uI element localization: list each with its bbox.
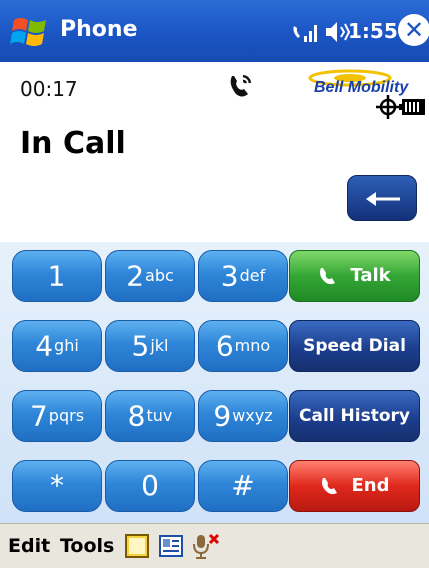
- end-button[interactable]: End: [289, 460, 420, 512]
- call-handset-icon: [230, 74, 252, 97]
- arrow-left-icon: [366, 192, 400, 206]
- key-7[interactable]: 7pqrs: [12, 390, 102, 442]
- key-digit: 1: [47, 259, 66, 293]
- key-1[interactable]: 1: [12, 250, 102, 302]
- phone-icon: [321, 478, 337, 495]
- speed-dial-label: Speed Dial: [303, 336, 406, 356]
- backspace-button[interactable]: [347, 175, 417, 221]
- key-letters: tuv: [146, 406, 173, 425]
- close-button[interactable]: ✕: [398, 14, 429, 46]
- battery-icon: [399, 99, 425, 115]
- microphone-off-icon[interactable]: [191, 532, 221, 560]
- note-icon[interactable]: [123, 532, 151, 560]
- edit-menu[interactable]: Edit: [8, 535, 50, 557]
- contact-card-icon[interactable]: [158, 534, 184, 558]
- call-status: In Call: [20, 126, 126, 161]
- app-title: Phone: [60, 17, 138, 42]
- key-4[interactable]: 4ghi: [12, 320, 102, 372]
- key-6[interactable]: 6mno: [198, 320, 288, 372]
- key-digit: 2: [126, 259, 145, 293]
- tools-menu[interactable]: Tools: [60, 535, 114, 557]
- key-digit: 9: [213, 399, 232, 433]
- end-label: End: [351, 475, 390, 496]
- key-2[interactable]: 2abc: [105, 250, 195, 302]
- key-letters: pqrs: [48, 406, 85, 425]
- menu-bar: Edit Tools: [0, 523, 429, 568]
- key-letters: mno: [234, 336, 271, 355]
- windows-flag-icon[interactable]: [10, 14, 50, 50]
- gps-icon: [376, 95, 400, 119]
- key-digit: 0: [141, 469, 159, 502]
- key-9[interactable]: 9wxyz: [198, 390, 288, 442]
- key-0[interactable]: 0: [105, 460, 195, 512]
- key-digit: 6: [215, 329, 234, 363]
- key-5[interactable]: 5jkl: [105, 320, 195, 372]
- key-digit: 7: [29, 399, 48, 433]
- key-digit: #: [231, 469, 255, 502]
- talk-label: Talk: [350, 265, 391, 286]
- key-digit: 4: [35, 329, 54, 363]
- speed-dial-button[interactable]: Speed Dial: [289, 320, 420, 372]
- key-8[interactable]: 8tuv: [105, 390, 195, 442]
- call-info-area: 00:17 Bell Mobility In Call: [0, 62, 429, 242]
- title-bar: Phone 1:55 ✕: [0, 0, 429, 62]
- clock[interactable]: 1:55: [348, 19, 398, 43]
- key-letters: wxyz: [232, 406, 273, 425]
- phone-signal-icon[interactable]: [288, 16, 320, 48]
- dial-keypad: 1 2abc 3def Talk 4ghi 5jkl 6mno Speed Di…: [0, 242, 429, 523]
- call-timer: 00:17: [20, 77, 78, 101]
- key-star[interactable]: *: [12, 460, 102, 512]
- key-letters: abc: [145, 266, 174, 285]
- key-digit: 3: [220, 259, 239, 293]
- call-history-label: Call History: [299, 406, 410, 426]
- key-digit: *: [50, 469, 64, 502]
- talk-button[interactable]: Talk: [289, 250, 420, 302]
- key-digit: 8: [127, 399, 146, 433]
- call-history-button[interactable]: Call History: [289, 390, 420, 442]
- phone-icon: [320, 268, 336, 285]
- key-hash[interactable]: #: [198, 460, 288, 512]
- close-icon: ✕: [403, 16, 425, 44]
- key-letters: def: [239, 266, 266, 285]
- key-letters: jkl: [150, 336, 169, 355]
- key-3[interactable]: 3def: [198, 250, 288, 302]
- key-digit: 5: [131, 329, 150, 363]
- key-letters: ghi: [54, 336, 79, 355]
